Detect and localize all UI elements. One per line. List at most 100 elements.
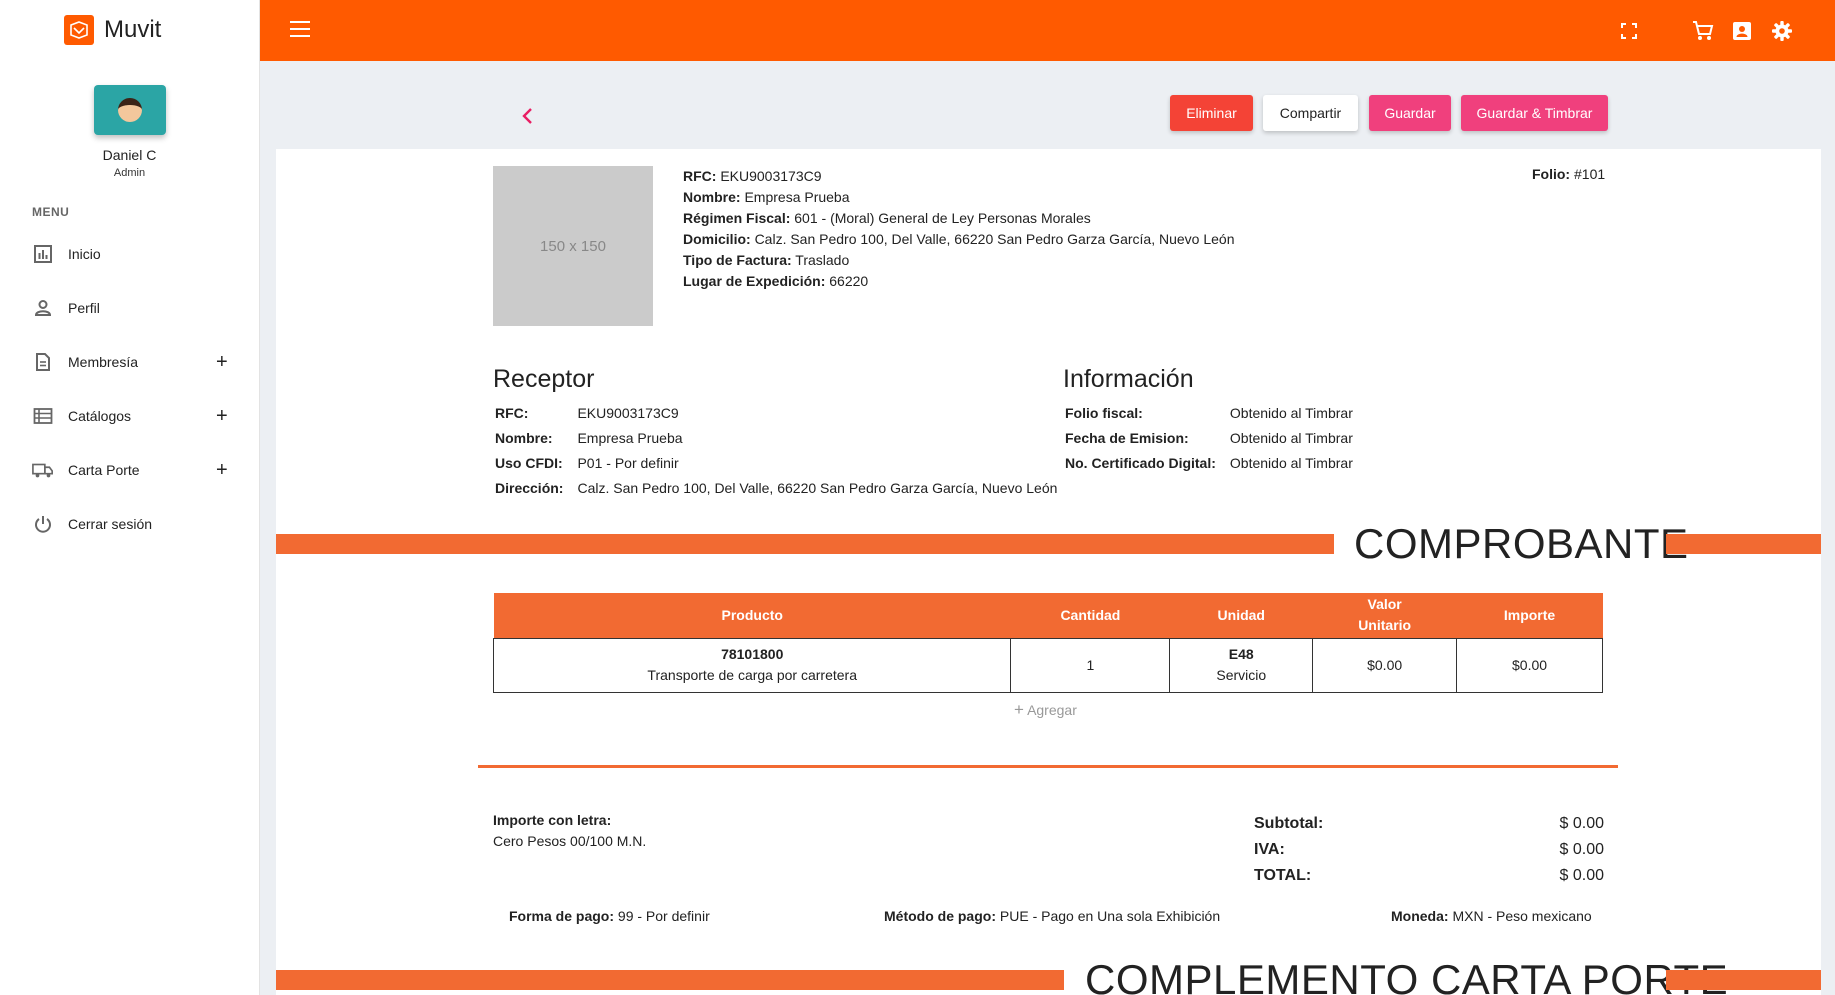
logo-placeholder[interactable]: 150 x 150	[493, 166, 653, 326]
sidebar-item-inicio[interactable]: Inicio	[0, 227, 259, 281]
cell-unidad[interactable]: E48 Servicio	[1169, 637, 1314, 693]
sidebar-menu: Inicio Perfil Membresía + Catálogos + Ca…	[0, 227, 259, 551]
emisor-tipo-factura: Traslado	[795, 252, 850, 268]
user-role: Admin	[113, 167, 146, 179]
folio: Folio: #101	[1532, 166, 1605, 182]
cell-importe[interactable]: $0.00	[1456, 637, 1603, 693]
folio-fiscal: Obtenido al Timbrar	[1229, 405, 1353, 421]
cart-icon[interactable]	[1690, 18, 1716, 44]
user-name: Daniel C	[102, 147, 157, 163]
delete-button[interactable]: Eliminar	[1170, 95, 1253, 131]
forma-pago-value: 99 - Por definir	[617, 908, 710, 924]
column-header-line: Unitario	[1358, 617, 1412, 634]
column-header: Cantidad	[1010, 593, 1170, 638]
column-header-line: Valor	[1367, 596, 1402, 613]
receptor-uso-cfdi: P01 - Por definir	[577, 455, 679, 471]
field-label: Forma de pago:	[509, 908, 615, 924]
table-row[interactable]: 78101800 Transporte de carga por carreter…	[492, 637, 1603, 693]
cell-producto[interactable]: 78101800 Transporte de carga por carreter…	[492, 637, 1012, 693]
sidebar-item-label: Cerrar sesión	[68, 516, 153, 532]
emisor-rfc: EKU9003173C9	[720, 168, 822, 184]
field-label: Folio fiscal:	[1065, 405, 1143, 421]
sidebar-item-catalogos[interactable]: Catálogos +	[0, 389, 259, 443]
avatar[interactable]	[93, 85, 166, 135]
save-button[interactable]: Guardar	[1369, 95, 1451, 131]
sidebar-item-perfil[interactable]: Perfil	[0, 281, 259, 335]
avatar-face-icon	[117, 98, 142, 122]
emisor-domicilio: Calz. San Pedro 100, Del Valle, 66220 Sa…	[754, 231, 1235, 247]
totals: Subtotal: $ 0.00 IVA: $ 0.00 TOTAL: $ 0.00	[1254, 811, 1604, 889]
sidebar-item-label: Inicio	[68, 246, 101, 262]
total-value: $ 0.00	[1559, 867, 1604, 884]
sidebar-item-label: Catálogos	[68, 408, 132, 424]
user-card: Daniel C Admin	[0, 85, 259, 179]
field-label: RFC:	[495, 405, 529, 421]
certificado-digital: Obtenido al Timbrar	[1229, 455, 1353, 471]
field-label: Domicilio:	[683, 231, 751, 247]
informacion-table: Folio fiscal: Obtenido al Timbrar Fecha d…	[1063, 400, 1355, 477]
unit-code: E48	[1228, 646, 1254, 662]
importe-con-letra: Importe con letra: Cero Pesos 00/100 M.N…	[493, 810, 646, 852]
column-header: Importe	[1456, 593, 1603, 638]
field-label: Uso CFDI:	[495, 455, 563, 471]
add-item-label: Agregar	[1027, 702, 1077, 718]
field-label: Nombre:	[683, 189, 741, 205]
contact-card-icon[interactable]	[1729, 18, 1755, 44]
field-label: Tipo de Factura:	[683, 252, 792, 268]
add-item-button[interactable]: + Agregar	[1014, 700, 1077, 720]
items-table: Producto Cantidad Unidad Valor Unitario I…	[492, 593, 1603, 693]
field-label: Importe con letra:	[493, 812, 612, 828]
field-label: Folio:	[1532, 166, 1571, 182]
plus-icon: +	[1014, 700, 1024, 719]
sidebar-item-label: Perfil	[68, 300, 100, 316]
sidebar-item-membresia[interactable]: Membresía +	[0, 335, 259, 389]
product-description: Transporte de carga por carretera	[647, 667, 858, 683]
sidebar: Muvit Daniel C Admin MENU Inicio Perfil …	[0, 0, 260, 995]
metodo-de-pago: Método de pago: PUE - Pago en Una sola E…	[884, 908, 1220, 924]
field-label: Método de pago:	[884, 908, 996, 924]
receptor-title: Receptor	[493, 365, 595, 393]
metodo-pago-value: PUE - Pago en Una sola Exhibición	[999, 908, 1221, 924]
unit-name: Servicio	[1216, 667, 1267, 683]
section-band-left	[276, 534, 1334, 554]
receptor-table: RFC: EKU9003173C9 Nombre: Empresa Prueba U…	[493, 400, 1059, 502]
back-chevron-icon[interactable]	[518, 104, 538, 128]
field-label: Moneda:	[1391, 908, 1449, 924]
expand-plus-icon[interactable]: +	[216, 351, 228, 374]
brand[interactable]: Muvit	[0, 0, 259, 60]
muvit-logo-icon	[64, 15, 94, 45]
field-label: Nombre:	[495, 430, 553, 446]
moneda: Moneda: MXN - Peso mexicano	[1391, 908, 1592, 924]
section-band-right	[1666, 970, 1821, 990]
gear-icon[interactable]	[1769, 18, 1795, 44]
total-label: TOTAL:	[1254, 867, 1312, 884]
column-header: Producto	[493, 593, 1011, 638]
iva-label: IVA:	[1254, 841, 1285, 858]
save-and-stamp-button[interactable]: Guardar & Timbrar	[1461, 95, 1608, 131]
list-icon	[32, 405, 54, 427]
emisor-nombre: Empresa Prueba	[744, 189, 850, 205]
emisor-lugar: 66220	[829, 273, 869, 289]
cell-cantidad[interactable]: 1	[1010, 637, 1171, 693]
emisor-regimen: 601 - (Moral) General de Ley Personas Mo…	[794, 210, 1091, 226]
sidebar-item-carta-porte[interactable]: Carta Porte +	[0, 443, 259, 497]
sidebar-item-cerrar-sesion[interactable]: Cerrar sesión	[0, 497, 259, 551]
fullscreen-icon[interactable]	[1616, 18, 1642, 44]
field-label: Régimen Fiscal:	[683, 210, 791, 226]
emisor-info: RFC: EKU9003173C9 Nombre: Empresa Prueba…	[683, 166, 1234, 292]
expand-plus-icon[interactable]: +	[216, 459, 228, 482]
column-header: Unidad	[1169, 593, 1313, 638]
subtotal-value: $ 0.00	[1559, 815, 1604, 832]
cell-valor-unitario[interactable]: $0.00	[1312, 637, 1458, 693]
product-code: 78101800	[721, 646, 784, 662]
hamburger-menu-icon[interactable]	[290, 21, 310, 37]
expand-plus-icon[interactable]: +	[216, 405, 228, 428]
document-icon	[32, 351, 54, 373]
complemento-title: COMPLEMENTO CARTA PORTE	[1085, 956, 1729, 995]
sidebar-item-label: Carta Porte	[68, 462, 140, 478]
app-name: Muvit	[104, 16, 162, 43]
field-label: Fecha de Emision:	[1065, 430, 1189, 446]
share-button[interactable]: Compartir	[1263, 95, 1358, 131]
menu-heading: MENU	[32, 205, 70, 219]
comprobante-title: COMPROBANTE	[1354, 520, 1689, 567]
